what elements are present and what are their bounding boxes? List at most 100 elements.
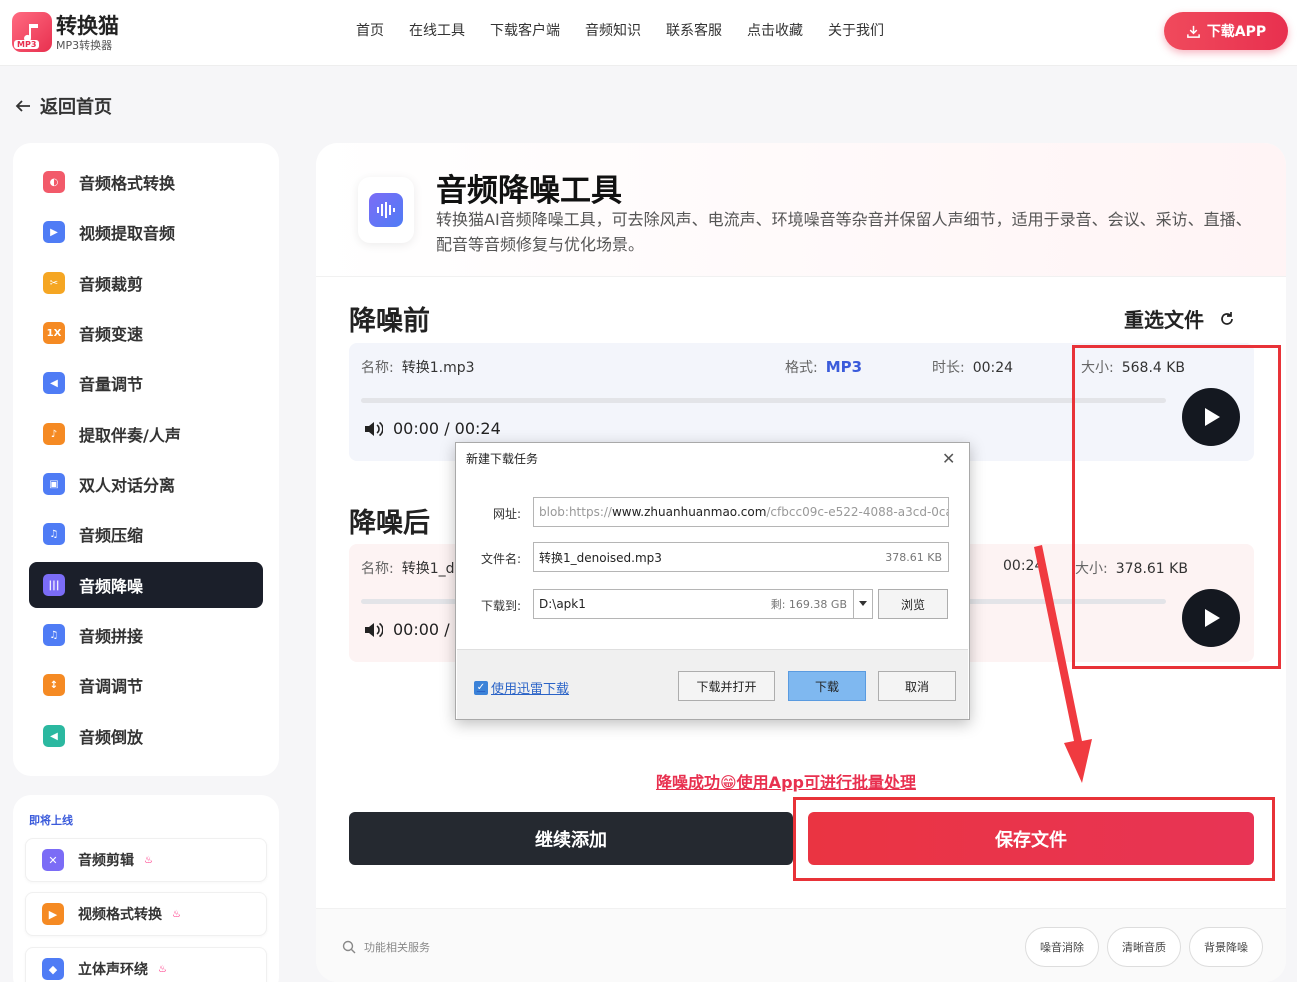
browse-button[interactable]: 浏览: [878, 589, 948, 619]
continue-add-button[interactable]: 继续添加: [349, 812, 793, 865]
nav-audio-knowledge[interactable]: 音频知识: [585, 20, 641, 40]
hot-icon: ♨: [172, 908, 181, 920]
video-extract-icon: ▶: [43, 221, 65, 243]
nav-home[interactable]: 首页: [356, 20, 384, 40]
annotation-box-save: [793, 797, 1275, 881]
hot-icon: ♨: [144, 854, 153, 866]
surround-icon: ◆: [42, 958, 64, 980]
soon-item-audio-edit[interactable]: ✕ 音频剪辑 ♨: [25, 838, 267, 882]
saveto-label: 下载到:: [480, 599, 521, 613]
format-convert-icon: ◐: [43, 171, 65, 193]
tool-sidebar: ◐ 音频格式转换 ▶ 视频提取音频 ✂ 音频裁剪 1X 音频变速 ◀ 音量调节 ♪ 提取伴奏…: [13, 143, 279, 776]
dialog-body: 网址: blob:https://www.zhuanhuanmao.com/cf…: [457, 473, 968, 651]
soon-item-surround[interactable]: ◆ 立体声环绕 ♨: [25, 947, 267, 982]
file-name: 名称: 转换1.mp3: [361, 360, 475, 376]
sidebar-item-dialog-split[interactable]: ▣ 双人对话分离: [29, 461, 263, 507]
header: MP3 转换猫 MP3转换器 首页 在线工具 下载客户端 音频知识 联系客服 点…: [0, 0, 1297, 66]
sidebar-item-format-convert[interactable]: ◐ 音频格式转换: [29, 159, 263, 205]
thunder-download-link[interactable]: ✓ 使用迅雷下载: [474, 678, 569, 697]
sidebar-item-compress[interactable]: ♫ 音频压缩: [29, 511, 263, 557]
related-services-bar: 功能相关服务 噪音消除 清晰音质 背景降噪: [316, 908, 1286, 982]
nav-about[interactable]: 关于我们: [828, 20, 884, 40]
speaker-icon[interactable]: [363, 420, 383, 438]
coming-soon-title: 即将上线: [29, 814, 73, 827]
nav-download-client[interactable]: 下载客户端: [490, 20, 560, 40]
after-label: 降噪后: [349, 508, 430, 539]
sidebar-item-cut[interactable]: ✂ 音频裁剪: [29, 260, 263, 306]
chip-clear-sound[interactable]: 清晰音质: [1107, 927, 1181, 967]
dialog-split-icon: ▣: [43, 473, 65, 495]
cancel-button[interactable]: 取消: [878, 671, 956, 701]
chevron-down-icon: [859, 601, 867, 606]
thunder-icon: ✓: [474, 680, 488, 695]
url-field[interactable]: blob:https://www.zhuanhuanmao.com/cfbcc0…: [533, 497, 949, 527]
volume-icon: ◀: [43, 372, 65, 394]
download-and-open-button[interactable]: 下载并打开: [678, 671, 775, 701]
sidebar-item-merge[interactable]: ♫ 音频拼接: [29, 612, 263, 658]
refresh-icon: [1221, 311, 1233, 325]
pitch-icon: ↕: [43, 674, 65, 696]
file-duration: 时长: 00:24: [932, 360, 1014, 376]
reselect-file-button[interactable]: 重选文件: [1124, 304, 1236, 333]
close-icon[interactable]: ✕: [942, 449, 955, 468]
sidebar-item-speed[interactable]: 1X 音频变速: [29, 310, 263, 356]
annotation-arrow: [1034, 545, 1092, 783]
file-size-hint: 378.61 KB: [885, 550, 942, 564]
arrow-left-icon: [15, 100, 30, 112]
filename-field[interactable]: 转换1_denoised.mp3 378.61 KB: [533, 542, 949, 572]
nav-online-tools[interactable]: 在线工具: [409, 20, 465, 40]
chip-noise-removal[interactable]: 噪音消除: [1025, 927, 1099, 967]
progress-bar[interactable]: [361, 398, 1166, 403]
before-label: 降噪前: [349, 306, 430, 337]
nav-contact[interactable]: 联系客服: [666, 20, 722, 40]
sidebar-item-pitch[interactable]: ↕ 音调调节: [29, 662, 263, 708]
speed-icon: 1X: [43, 322, 65, 344]
sidebar-item-reverse[interactable]: ◀ 音频倒放: [29, 713, 263, 759]
file-name: 名称: 转换1_d: [361, 561, 455, 577]
video-format-icon: ▶: [42, 903, 64, 925]
sidebar-item-volume[interactable]: ◀ 音量调节: [29, 360, 263, 406]
dialog-title: 新建下载任务: [466, 452, 539, 466]
time-display: 00:00 / 0: [363, 620, 465, 639]
scissors-icon: ✕: [42, 849, 64, 871]
new-download-dialog: 新建下载任务 ✕ 网址: blob:https://www.zhuanhuanm…: [455, 442, 970, 720]
dialog-footer: ✓ 使用迅雷下载 下载并打开 下载 取消: [457, 649, 968, 719]
nav-bookmark[interactable]: 点击收藏: [747, 20, 803, 40]
time-display: 00:00 / 00:24: [363, 419, 501, 438]
save-path-field[interactable]: D:\apk1 剩: 169.38 GB: [533, 589, 854, 619]
download-icon: [1186, 25, 1200, 38]
merge-icon: ♫: [43, 624, 65, 646]
annotation-box-size: [1072, 345, 1281, 669]
search-icon: [342, 940, 356, 954]
chip-background-denoise[interactable]: 背景降噪: [1189, 927, 1263, 967]
reverse-icon: ◀: [43, 725, 65, 747]
filename-label: 文件名:: [480, 552, 521, 566]
denoise-icon: |||: [43, 574, 65, 596]
logo-title[interactable]: 转换猫: [56, 10, 119, 40]
sidebar-item-video-extract[interactable]: ▶ 视频提取音频: [29, 209, 263, 255]
coming-soon-panel: 即将上线 ✕ 音频剪辑 ♨ ▶ 视频格式转换 ♨ ◆ 立体声环绕 ♨: [13, 795, 279, 982]
speaker-icon[interactable]: [363, 621, 383, 639]
waveform-icon: [369, 193, 403, 227]
download-button[interactable]: 下载: [788, 671, 866, 701]
cut-icon: ✂: [43, 272, 65, 294]
tool-description: 转换猫AI音频降噪工具，可去除风声、电流声、环境噪音等杂音并保留人声细节，适用于…: [436, 210, 1252, 254]
sidebar-item-extract-vocal[interactable]: ♪ 提取伴奏/人声: [29, 411, 263, 457]
soon-item-video-format[interactable]: ▶ 视频格式转换 ♨: [25, 892, 267, 936]
download-app-button[interactable]: 下载APP: [1164, 12, 1288, 50]
logo-subtitle: MP3转换器: [56, 39, 113, 52]
main-nav: 首页 在线工具 下载客户端 音频知识 联系客服 点击收藏 关于我们: [356, 20, 909, 40]
tool-intro: 音频降噪工具 转换猫AI音频降噪工具，可去除风声、电流声、环境噪音等杂音并保留人…: [316, 143, 1286, 277]
success-message[interactable]: 降噪成功😁使用App可进行批量处理: [656, 769, 916, 793]
file-format: 格式: MP3: [785, 358, 863, 376]
sidebar-item-denoise[interactable]: ||| 音频降噪: [29, 562, 263, 608]
related-services-label: 功能相关服务: [342, 939, 430, 955]
compress-icon: ♫: [43, 523, 65, 545]
path-dropdown[interactable]: [853, 589, 873, 619]
hot-icon: ♨: [158, 963, 167, 975]
url-label: 网址:: [492, 507, 521, 521]
free-space-hint: 剩: 169.38 GB: [770, 598, 847, 611]
tool-icon-card: [358, 177, 414, 243]
back-home-link[interactable]: 返回首页: [14, 93, 112, 119]
tool-title: 音频降噪工具: [436, 173, 622, 209]
